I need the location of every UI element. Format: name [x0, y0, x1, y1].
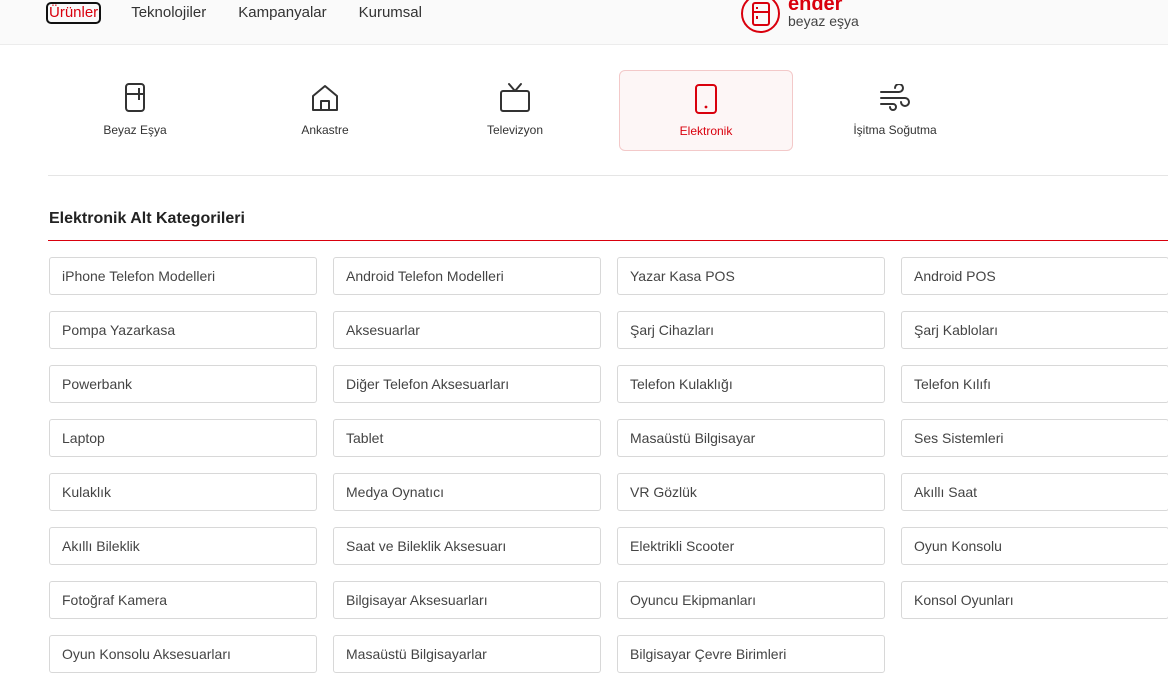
section-title: Elektronik Alt Kategorileri [49, 210, 245, 227]
fridge-icon [119, 82, 151, 114]
subcategory-link[interactable]: Şarj Cihazları [617, 311, 885, 349]
subcategory-link[interactable]: Masaüstü Bilgisayar [617, 419, 885, 457]
category-divider [48, 175, 1168, 176]
subcategory-link[interactable]: Laptop [49, 419, 317, 457]
subcategory-link[interactable]: Powerbank [49, 365, 317, 403]
brand-logo-link[interactable]: ender beyaz eşya [741, 0, 859, 33]
subcategory-link[interactable]: Telefon Kılıfı [901, 365, 1168, 403]
wind-icon [879, 82, 911, 114]
subcategory-link[interactable]: Pompa Yazarkasa [49, 311, 317, 349]
subcategory-link[interactable]: VR Gözlük [617, 473, 885, 511]
subcategory-link[interactable]: Android Telefon Modelleri [333, 257, 601, 295]
subcategory-link[interactable]: Yazar Kasa POS [617, 257, 885, 295]
category-label: İşitma Soğutma [853, 123, 937, 137]
category-televizyon[interactable]: Televizyon [428, 70, 602, 151]
subcategory-link[interactable]: Bilgisayar Aksesuarları [333, 581, 601, 619]
category-label: Ankastre [301, 123, 349, 137]
subcategory-link[interactable]: Medya Oynatıcı [333, 473, 601, 511]
subcategory-link[interactable]: Oyun Konsolu Aksesuarları [49, 635, 317, 673]
brand-subtitle: beyaz eşya [788, 13, 859, 29]
subcategory-grid: iPhone Telefon Modelleri Android Telefon … [49, 257, 1168, 673]
subcategory-link[interactable]: Akıllı Bileklik [49, 527, 317, 565]
nav-urunler[interactable]: Ürünler [45, 2, 102, 24]
category-isitma-sogutma[interactable]: İşitma Soğutma [808, 70, 982, 151]
subcategory-link[interactable]: Bilgisayar Çevre Birimleri [617, 635, 885, 673]
top-nav: Ürünler Teknolojiler Kampanyalar Kurumsa… [45, 2, 454, 24]
subcategory-link[interactable]: iPhone Telefon Modelleri [49, 257, 317, 295]
nav-kampanyalar[interactable]: Kampanyalar [238, 4, 326, 22]
section-underline [48, 240, 1168, 241]
subcategory-link[interactable]: Fotoğraf Kamera [49, 581, 317, 619]
subcategory-link[interactable]: Oyun Konsolu [901, 527, 1168, 565]
nav-kurumsal[interactable]: Kurumsal [359, 4, 422, 22]
phone-icon [690, 83, 722, 115]
category-label: Elektronik [679, 124, 733, 138]
nav-teknolojiler[interactable]: Teknolojiler [131, 4, 206, 22]
subcategory-link[interactable]: Konsol Oyunları [901, 581, 1168, 619]
brand-name: ender [788, 0, 843, 15]
subcategory-link[interactable]: Şarj Kabloları [901, 311, 1168, 349]
subcategory-link[interactable]: Ses Sistemleri [901, 419, 1168, 457]
category-elektronik[interactable]: Elektronik [619, 70, 793, 151]
tv-icon [499, 82, 531, 114]
subcategory-link[interactable]: Tablet [333, 419, 601, 457]
top-bar: Ürünler Teknolojiler Kampanyalar Kurumsa… [0, 0, 1168, 45]
subcategory-link[interactable]: Oyuncu Ekipmanları [617, 581, 885, 619]
subcategory-link[interactable]: Kulaklık [49, 473, 317, 511]
home-icon [309, 82, 341, 114]
category-beyaz-esya[interactable]: Beyaz Eşya [48, 70, 222, 151]
category-label: Televizyon [486, 123, 544, 137]
subcategory-link[interactable]: Elektrikli Scooter [617, 527, 885, 565]
subcategory-link[interactable]: Telefon Kulaklığı [617, 365, 885, 403]
category-tabs: Beyaz Eşya Ankastre Televizyon Elektroni… [48, 70, 1168, 151]
subcategory-link[interactable]: Android POS [901, 257, 1168, 295]
subcategory-link[interactable]: Aksesuarlar [333, 311, 601, 349]
subcategory-link[interactable]: Akıllı Saat [901, 473, 1168, 511]
subcategory-link[interactable]: Diğer Telefon Aksesuarları [333, 365, 601, 403]
category-ankastre[interactable]: Ankastre [238, 70, 412, 151]
subcategory-link[interactable]: Saat ve Bileklik Aksesuarı [333, 527, 601, 565]
category-label: Beyaz Eşya [103, 123, 167, 137]
subcategory-link[interactable]: Masaüstü Bilgisayarlar [333, 635, 601, 673]
fridge-logo-icon [741, 0, 780, 33]
